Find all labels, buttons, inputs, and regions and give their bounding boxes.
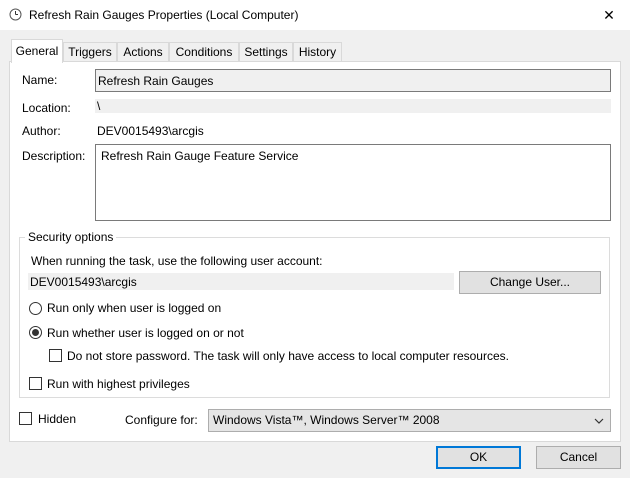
- close-button[interactable]: ✕: [588, 0, 630, 30]
- name-field[interactable]: Refresh Rain Gauges: [95, 69, 611, 92]
- configure-for-value: Windows Vista™, Windows Server™ 2008: [213, 413, 440, 427]
- description-label: Description:: [22, 149, 86, 163]
- do-not-store-password-label[interactable]: Do not store password. The task will onl…: [67, 349, 509, 363]
- location-label: Location:: [22, 101, 71, 115]
- tab-conditions[interactable]: Conditions: [169, 42, 239, 61]
- tab-general[interactable]: General: [11, 39, 63, 63]
- close-icon: ✕: [603, 6, 615, 23]
- configure-for-select[interactable]: Windows Vista™, Windows Server™ 2008: [208, 409, 611, 432]
- tab-history[interactable]: History: [293, 42, 342, 61]
- task-scheduler-clock-icon: [9, 8, 22, 21]
- radio-selected-dot: [32, 329, 39, 336]
- hidden-label[interactable]: Hidden: [38, 412, 76, 426]
- highest-privileges-label[interactable]: Run with highest privileges: [47, 377, 190, 391]
- description-field[interactable]: Refresh Rain Gauge Feature Service: [95, 144, 611, 221]
- run-only-logged-on-radio[interactable]: [29, 302, 42, 315]
- window-title: Refresh Rain Gauges Properties (Local Co…: [29, 8, 299, 22]
- cancel-button[interactable]: Cancel: [536, 446, 621, 469]
- ok-button[interactable]: OK: [436, 446, 521, 469]
- configure-for-label: Configure for:: [125, 413, 198, 427]
- account-prompt: When running the task, use the following…: [31, 254, 323, 268]
- security-options-legend: Security options: [25, 230, 117, 244]
- run-only-logged-on-label[interactable]: Run only when user is logged on: [47, 301, 221, 315]
- highest-privileges-checkbox[interactable]: [29, 377, 42, 390]
- chevron-down-icon: [594, 415, 604, 430]
- location-value: \: [95, 99, 611, 113]
- author-label: Author:: [22, 124, 61, 138]
- tab-settings[interactable]: Settings: [239, 42, 293, 61]
- do-not-store-password-checkbox[interactable]: [49, 349, 62, 362]
- tab-triggers[interactable]: Triggers: [63, 42, 117, 61]
- tab-actions[interactable]: Actions: [117, 42, 169, 61]
- change-user-button[interactable]: Change User...: [459, 271, 601, 294]
- user-account-field: DEV0015493\arcgis: [28, 273, 454, 290]
- author-value: DEV0015493\arcgis: [97, 124, 204, 138]
- hidden-checkbox[interactable]: [19, 412, 32, 425]
- name-label: Name:: [22, 73, 58, 87]
- run-whether-logged-on-radio[interactable]: [29, 326, 42, 339]
- run-whether-logged-on-label[interactable]: Run whether user is logged on or not: [47, 326, 244, 340]
